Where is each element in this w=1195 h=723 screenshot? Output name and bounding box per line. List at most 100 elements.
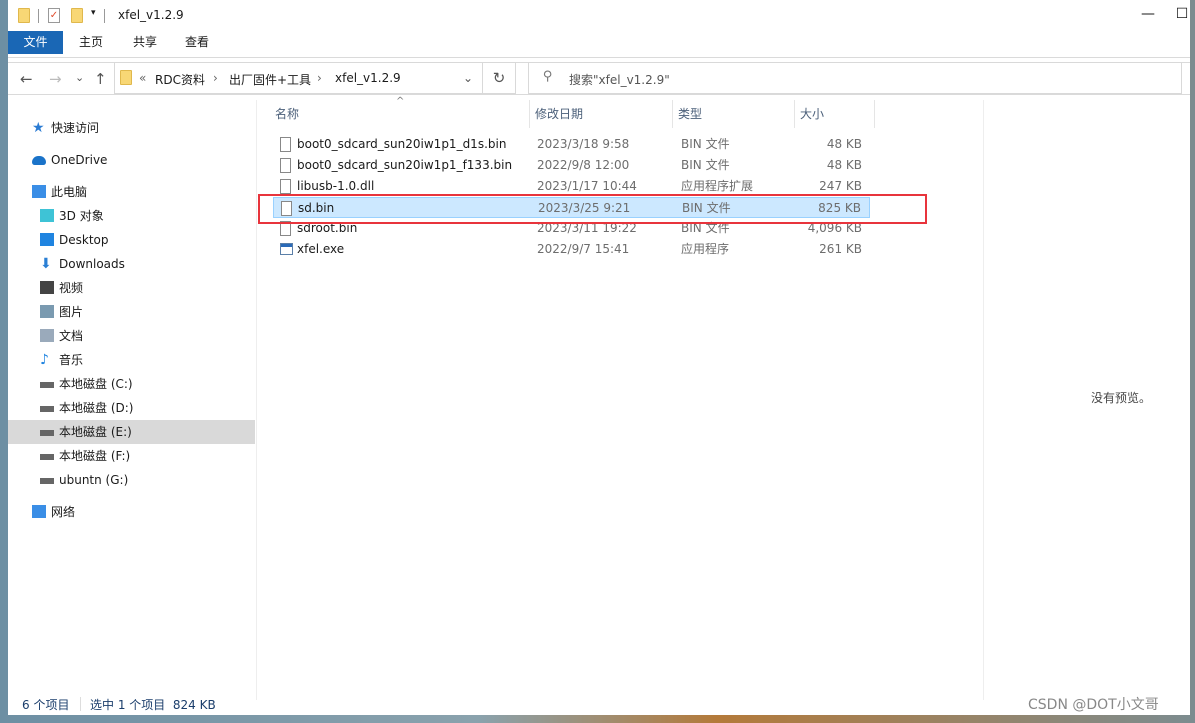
tab-share[interactable]: 共享 — [120, 31, 170, 54]
folder-icon — [120, 70, 132, 85]
divider — [38, 9, 39, 23]
column-header-type[interactable]: 类型 — [673, 100, 795, 128]
sidebar-item[interactable]: 文档 — [8, 324, 255, 348]
tab-file[interactable]: 文件 — [8, 31, 63, 54]
refresh-button[interactable]: ↻ — [482, 62, 516, 94]
address-dropdown-icon[interactable]: ⌄ — [463, 71, 473, 85]
column-header-name[interactable]: 名称 — [270, 100, 530, 128]
file-type: BIN 文件 — [681, 158, 730, 172]
title-bar: ✓ ▾ xfel_v1.2.9 — ☐ — [8, 0, 1190, 30]
maximize-button[interactable]: ☐ — [1174, 6, 1190, 22]
sidebar-item[interactable]: 本地磁盘 (F:) — [8, 444, 255, 468]
sidebar-item-label: Desktop — [59, 233, 109, 247]
recent-locations-button[interactable]: ⌄ — [75, 71, 84, 84]
sidebar-item-label: 音乐 — [59, 353, 84, 367]
sidebar-item-label: 此电脑 — [51, 185, 88, 199]
sidebar-item-label: 3D 对象 — [59, 209, 104, 223]
back-button[interactable]: ← — [20, 70, 33, 88]
file-icon — [280, 137, 291, 152]
sidebar-item[interactable]: ⬇ Downloads — [8, 252, 255, 276]
sidebar-item[interactable]: 3D 对象 — [8, 204, 255, 228]
sidebar-item[interactable]: Desktop — [8, 228, 255, 252]
sidebar-item-label: Downloads — [59, 257, 125, 271]
status-item-count: 6 个项目 — [22, 698, 70, 712]
folder-icon — [18, 8, 30, 23]
search-icon: ⚲ — [543, 69, 553, 84]
up-button[interactable]: ↑ — [94, 70, 107, 88]
watermark: CSDN @DOT小文哥 — [1028, 697, 1159, 713]
divider — [80, 697, 81, 711]
breadcrumb-rdc[interactable]: RDC资料 — [155, 71, 205, 88]
drive-icon — [40, 430, 54, 436]
explorer-window: ✓ ▾ xfel_v1.2.9 — ☐ 文件 主页 共享 查看 ← → ⌄ ↑ … — [8, 0, 1190, 715]
file-date: 2022/9/8 12:00 — [537, 158, 630, 172]
network-icon — [32, 505, 46, 518]
sidebar-item[interactable]: ubuntn (G:) — [8, 468, 255, 492]
sidebar-item[interactable]: ♪ 音乐 — [8, 348, 255, 372]
sidebar-item[interactable]: 此电脑 — [8, 180, 255, 204]
sidebar-item[interactable]: ★ 快速访问 — [8, 116, 255, 140]
tab-home[interactable]: 主页 — [66, 31, 116, 54]
sidebar-item-label: ubuntn (G:) — [59, 473, 129, 487]
column-header-size[interactable]: 大小 — [795, 100, 875, 128]
customize-dropdown-icon[interactable]: ▾ — [91, 8, 96, 24]
file-row[interactable]: boot0_sdcard_sun20iw1p1_d1s.bin 2023/3/18… — [273, 134, 870, 155]
breadcrumb-current[interactable]: xfel_v1.2.9 — [335, 71, 401, 85]
breadcrumb-separator[interactable]: › — [213, 71, 218, 85]
properties-icon[interactable]: ✓ — [48, 8, 60, 23]
cube-icon — [40, 209, 54, 222]
minimize-button[interactable]: — — [1140, 6, 1156, 22]
address-bar[interactable]: « RDC资料 › 出厂固件+工具 › xfel_v1.2.9 ⌄ — [114, 62, 483, 94]
file-date: 2023/3/18 9:58 — [537, 137, 630, 151]
sidebar-item[interactable]: 视频 — [8, 276, 255, 300]
sidebar-item[interactable]: 本地磁盘 (D:) — [8, 396, 255, 420]
music-icon: ♪ — [40, 352, 49, 368]
document-icon — [40, 329, 54, 342]
status-selection: 选中 1 个项目 824 KB — [90, 698, 216, 712]
sidebar-item[interactable]: OneDrive — [8, 148, 255, 172]
sidebar-item[interactable]: 网络 — [8, 500, 255, 524]
sidebar-item[interactable]: 本地磁盘 (E:) — [8, 420, 255, 444]
breadcrumb-separator[interactable]: › — [317, 71, 322, 85]
video-icon — [40, 281, 54, 294]
column-header-date[interactable]: 修改日期 — [530, 100, 673, 128]
cloud-icon — [32, 156, 46, 165]
tab-view[interactable]: 查看 — [172, 31, 222, 54]
divider — [8, 57, 1190, 58]
preview-message: 没有预览。 — [1091, 391, 1152, 405]
sidebar-item-label: 本地磁盘 (C:) — [59, 377, 133, 391]
file-size: 48 KB — [826, 137, 862, 151]
download-icon: ⬇ — [40, 256, 52, 272]
computer-icon — [32, 185, 46, 198]
file-row[interactable]: boot0_sdcard_sun20iw1p1_f133.bin 2022/9/8… — [273, 155, 870, 176]
overflow-crumb[interactable]: « — [139, 71, 146, 85]
sidebar-item[interactable]: 本地磁盘 (C:) — [8, 372, 255, 396]
file-icon — [280, 179, 291, 194]
sidebar-item-label: 本地磁盘 (D:) — [59, 401, 134, 415]
file-row[interactable]: xfel.exe 2022/9/7 15:41 应用程序 261 KB — [273, 239, 870, 260]
drive-icon — [40, 478, 54, 484]
search-placeholder: 搜索"xfel_v1.2.9" — [569, 73, 670, 87]
sidebar-item-label: OneDrive — [51, 153, 108, 167]
file-name: xfel.exe — [297, 242, 345, 256]
sidebar-item-label: 快速访问 — [51, 121, 100, 135]
ribbon-tabs: 文件 主页 共享 查看 — [8, 31, 1190, 54]
sidebar-item-label: 网络 — [51, 505, 76, 519]
preview-pane-divider — [983, 100, 984, 700]
file-size: 261 KB — [819, 242, 862, 256]
divider — [104, 9, 105, 23]
file-name: boot0_sdcard_sun20iw1p1_f133.bin — [297, 158, 513, 172]
star-icon: ★ — [32, 120, 45, 136]
sidebar-item-label: 本地磁盘 (F:) — [59, 449, 131, 463]
search-input[interactable]: ⚲ 搜索"xfel_v1.2.9" — [528, 62, 1182, 94]
new-folder-icon[interactable] — [71, 8, 83, 23]
forward-button[interactable]: → — [49, 70, 62, 88]
file-type: 应用程序 — [681, 242, 730, 256]
breadcrumb-tools[interactable]: 出厂固件+工具 — [229, 71, 311, 88]
sidebar-item-label: 视频 — [59, 281, 84, 295]
file-name: boot0_sdcard_sun20iw1p1_d1s.bin — [297, 137, 507, 151]
drive-icon — [40, 382, 54, 388]
sidebar-item-label: 文档 — [59, 329, 84, 343]
drive-icon — [40, 454, 54, 460]
sidebar-item[interactable]: 图片 — [8, 300, 255, 324]
